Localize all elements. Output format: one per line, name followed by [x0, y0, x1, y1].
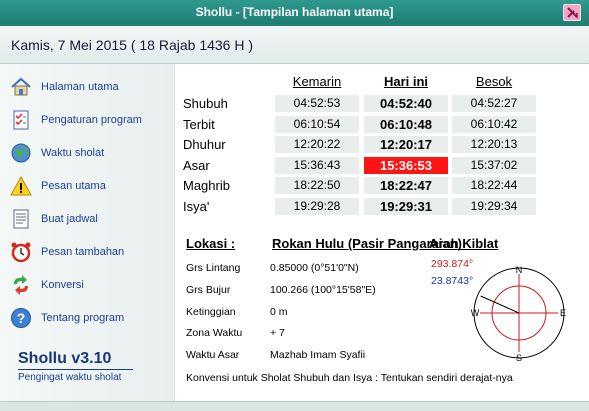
asar-method-value: Mazhab Imam Syafii — [270, 349, 366, 361]
sidebar-item-pesan-tambahan[interactable]: Pesan tambahan — [10, 241, 170, 265]
kiblat-elevation: 23.8743° — [431, 275, 474, 287]
main-panel: Kemarin Hari ini Besok Shubuh 04:52:53 04:… — [176, 64, 589, 401]
help-icon: ? — [11, 308, 31, 328]
svg-text:?: ? — [17, 310, 26, 326]
sidebar-item-label: Waktu sholat — [41, 147, 105, 159]
kiblat-compass: N E S W — [471, 265, 566, 362]
sidebar-item-waktu-sholat[interactable]: Waktu sholat — [10, 142, 170, 166]
sidebar-item-konversi[interactable]: Konversi — [10, 274, 170, 298]
sidebar-item-label: Pengaturan program — [41, 114, 142, 126]
warning-icon — [10, 175, 32, 196]
prayer-name: Asar — [183, 157, 210, 173]
compass-north-label: N — [516, 265, 523, 275]
globe-icon — [11, 143, 31, 163]
title-bar: Shollu - [Tampilan halaman utama] — [0, 0, 589, 26]
prayer-time-cell: 15:37:02 — [452, 156, 536, 174]
longitude-value: 100.266 (100°15'58"E) — [270, 284, 376, 296]
prayer-time-cell: 19:29:28 — [275, 197, 359, 215]
altitude-value: 0 m — [270, 306, 288, 318]
sidebar-item-label: Tentang program — [41, 312, 125, 324]
location-title: Lokasi : — [186, 236, 236, 251]
sidebar-item-label: Konversi — [41, 279, 84, 291]
sidebar-item-label: Halaman utama — [41, 81, 119, 93]
prayer-time-cell: 18:22:44 — [452, 177, 536, 194]
prayer-name: Dhuhur — [183, 137, 226, 152]
longitude-label: Grs Bujur — [186, 284, 231, 296]
prayer-time-cell: 06:10:54 — [275, 115, 359, 133]
column-header-kemarin: Kemarin — [292, 74, 342, 89]
prayer-time-cell: 15:36:53 — [364, 156, 448, 174]
prayer-time-cell: 18:22:47 — [364, 177, 448, 194]
app-name: Shollu v3.10 — [18, 350, 133, 370]
convert-icon — [14, 275, 28, 295]
prayer-time-cell: 04:52:40 — [364, 95, 448, 112]
close-button[interactable] — [563, 4, 581, 21]
close-icon — [567, 7, 578, 19]
prayer-name: Isya' — [183, 198, 210, 214]
sidebar-item-label: Pesan utama — [41, 180, 106, 192]
prayer-time-cell: 06:10:48 — [364, 115, 448, 133]
kiblat-title: Arah Kiblat — [429, 236, 499, 251]
prayer-time-cell: 12:20:17 — [364, 136, 448, 153]
date-header: Kamis, 7 Mei 2015 ( 18 Rajab 1436 H ) — [0, 26, 589, 64]
sidebar-item-halaman-utama[interactable]: Halaman utama — [10, 76, 170, 100]
prayer-time-cell: 04:52:27 — [452, 95, 536, 112]
alarm-clock-icon — [11, 242, 31, 263]
sidebar: Halaman utama Pengaturan program Waktu s… — [0, 64, 175, 401]
prayer-name: Maghrib — [183, 178, 230, 193]
kiblat-azimuth: 293.874° — [431, 258, 474, 270]
prayer-name: Shubuh — [183, 96, 228, 111]
prayer-time-cell: 18:22:50 — [275, 177, 359, 194]
timezone-value: + 7 — [270, 327, 285, 339]
prayer-time-cell: 19:29:34 — [452, 197, 536, 215]
latitude-label: Grs Lintang — [186, 262, 241, 274]
compass-west-label: W — [471, 308, 480, 318]
checklist-icon — [13, 110, 29, 130]
sidebar-item-buat-jadwal[interactable]: Buat jadwal — [10, 208, 170, 232]
latitude-value: 0.85000 (0°51'0"N) — [270, 262, 359, 274]
prayer-time-cell: 19:29:31 — [364, 197, 448, 215]
window-title: Shollu - [Tampilan halaman utama] — [195, 5, 394, 19]
column-header-hari-ini: Hari ini — [383, 74, 429, 89]
document-icon — [13, 209, 29, 229]
convention-note: Konvensi untuk Sholat Shubuh dan Isya : … — [186, 372, 513, 384]
timezone-label: Zona Waktu — [186, 327, 243, 339]
column-header-besok: Besok — [475, 74, 513, 89]
sidebar-item-pengaturan-program[interactable]: Pengaturan program — [10, 109, 170, 133]
prayer-time-cell: 12:20:13 — [452, 136, 536, 153]
app-tagline: Pengingat waktu sholat — [18, 372, 122, 383]
status-bar — [0, 401, 589, 411]
sidebar-item-label: Buat jadwal — [41, 213, 98, 225]
sidebar-item-pesan-utama[interactable]: Pesan utama — [10, 175, 170, 199]
app-brand: Shollu v3.10 Pengingat waktu sholat — [18, 350, 133, 383]
prayer-time-cell: 15:36:43 — [275, 156, 359, 174]
sidebar-item-label: Pesan tambahan — [41, 246, 125, 258]
home-icon — [11, 77, 31, 96]
prayer-time-cell: 06:10:42 — [452, 115, 536, 133]
altitude-label: Ketinggian — [186, 306, 236, 318]
prayer-time-cell: 04:52:53 — [275, 95, 359, 112]
compass-south-label: S — [516, 353, 522, 362]
prayer-time-cell: 12:20:22 — [275, 136, 359, 153]
asar-method-label: Waktu Asar — [186, 349, 240, 361]
current-date: Kamis, 7 Mei 2015 ( 18 Rajab 1436 H ) — [11, 37, 254, 53]
compass-east-label: E — [560, 308, 566, 318]
sidebar-item-tentang-program[interactable]: ? Tentang program — [10, 307, 170, 331]
prayer-name: Terbit — [183, 116, 215, 132]
